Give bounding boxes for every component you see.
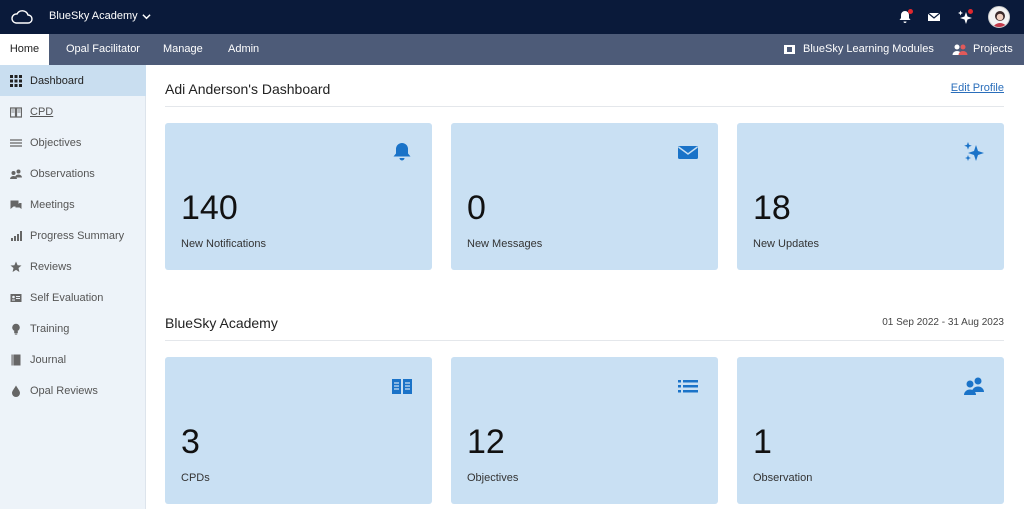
card-value: 1 xyxy=(753,423,772,461)
sidebar-item-label: Dashboard xyxy=(30,74,84,87)
sidebar-item-reviews[interactable]: Reviews xyxy=(0,251,146,282)
updates-card[interactable]: 18 New Updates xyxy=(737,123,1004,270)
academy-title: BlueSky Academy xyxy=(165,315,278,331)
chevron-down-icon xyxy=(142,13,151,19)
sidebar-item-cpd[interactable]: CPD xyxy=(0,96,146,127)
people-icon xyxy=(964,377,984,395)
star-icon xyxy=(10,261,22,272)
card-value: 12 xyxy=(467,423,505,461)
list-icon xyxy=(10,138,22,147)
bluesky-learning-modules-link[interactable]: BlueSky Learning Modules xyxy=(803,34,934,65)
card-label: New Updates xyxy=(753,238,820,250)
sparkle-icon xyxy=(964,142,984,161)
org-switcher[interactable]: BlueSky Academy xyxy=(49,10,151,22)
cpds-card[interactable]: 3 CPDs xyxy=(165,357,432,504)
objectives-card[interactable]: 12 Objectives xyxy=(451,357,718,504)
notifications-card[interactable]: 140 New Notifications xyxy=(165,123,432,270)
updates-dot xyxy=(968,9,973,14)
sidebar-item-label: Training xyxy=(30,322,70,335)
cloud-icon[interactable] xyxy=(10,8,34,26)
sidebar-item-self-evaluation[interactable]: Self Evaluation xyxy=(0,282,146,313)
edit-profile-link[interactable]: Edit Profile xyxy=(951,82,1004,94)
sidebar-item-meetings[interactable]: Meetings xyxy=(0,189,146,220)
main-nav: Home Opal Facilitator Manage Admin BlueS… xyxy=(0,34,1024,65)
sidebar-item-opal-reviews[interactable]: Opal Reviews xyxy=(0,375,146,406)
sidebar-item-label: Reviews xyxy=(30,260,72,273)
module-icon xyxy=(784,45,795,54)
notification-dot xyxy=(908,9,913,14)
sidebar-item-label: Progress Summary xyxy=(30,229,125,242)
tab-admin[interactable]: Admin xyxy=(228,34,259,65)
card-value: 140 xyxy=(181,189,238,227)
bars-icon xyxy=(11,230,22,241)
sidebar-item-label: Journal xyxy=(30,353,67,366)
bell-icon xyxy=(393,143,411,161)
book-icon xyxy=(392,379,412,394)
divider xyxy=(165,106,1004,107)
card-label: New Notifications xyxy=(181,238,266,250)
card-label: CPDs xyxy=(181,472,210,484)
envelope-icon xyxy=(678,146,698,159)
tab-opal-facilitator[interactable]: Opal Facilitator xyxy=(66,34,140,65)
sidebar-item-objectives[interactable]: Objectives xyxy=(0,127,146,158)
users-icon xyxy=(952,44,968,55)
bulb-icon xyxy=(12,323,20,335)
sidebar-item-label: CPD xyxy=(30,105,54,118)
id-card-icon xyxy=(10,293,22,302)
messages-card[interactable]: 0 New Messages xyxy=(451,123,718,270)
card-value: 3 xyxy=(181,423,200,461)
avatar[interactable] xyxy=(988,6,1010,28)
sidebar: Dashboard CPD Objectives Observations Me… xyxy=(0,65,146,509)
card-value: 0 xyxy=(467,189,486,227)
sidebar-item-label: Meetings xyxy=(30,198,75,211)
main-content: Adi Anderson's Dashboard Edit Profile 14… xyxy=(146,65,1024,509)
sidebar-item-dashboard[interactable]: Dashboard xyxy=(0,65,146,96)
avatar-image xyxy=(993,11,1007,27)
card-label: Objectives xyxy=(467,472,519,484)
envelope-icon[interactable] xyxy=(926,9,942,25)
observation-card[interactable]: 1 Observation xyxy=(737,357,1004,504)
list-icon xyxy=(678,380,698,393)
chat-icon xyxy=(10,200,22,209)
card-label: Observation xyxy=(753,472,813,484)
sidebar-item-label: Objectives xyxy=(30,136,82,149)
org-name: BlueSky Academy xyxy=(49,10,138,22)
academic-year-range: 01 Sep 2022 - 31 Aug 2023 xyxy=(882,317,1004,328)
people-icon xyxy=(10,169,22,179)
dashboard-title: Adi Anderson's Dashboard xyxy=(165,81,331,97)
drop-icon xyxy=(12,385,20,397)
projects-link[interactable]: Projects xyxy=(973,34,1013,65)
card-label: New Messages xyxy=(467,238,543,250)
sidebar-item-training[interactable]: Training xyxy=(0,313,146,344)
grid-icon xyxy=(10,74,22,87)
sidebar-item-label: Observations xyxy=(30,167,95,180)
divider xyxy=(165,340,1004,341)
sidebar-item-journal[interactable]: Journal xyxy=(0,344,146,375)
top-bar: BlueSky Academy xyxy=(0,0,1024,34)
tab-manage[interactable]: Manage xyxy=(163,34,203,65)
sidebar-item-progress-summary[interactable]: Progress Summary xyxy=(0,220,146,251)
sidebar-item-label: Opal Reviews xyxy=(30,384,98,397)
card-value: 18 xyxy=(753,189,791,227)
sidebar-item-label: Self Evaluation xyxy=(30,291,104,304)
tab-home[interactable]: Home xyxy=(0,34,49,65)
journal-icon xyxy=(11,354,21,365)
book-icon xyxy=(10,106,22,118)
sidebar-item-observations[interactable]: Observations xyxy=(0,158,146,189)
